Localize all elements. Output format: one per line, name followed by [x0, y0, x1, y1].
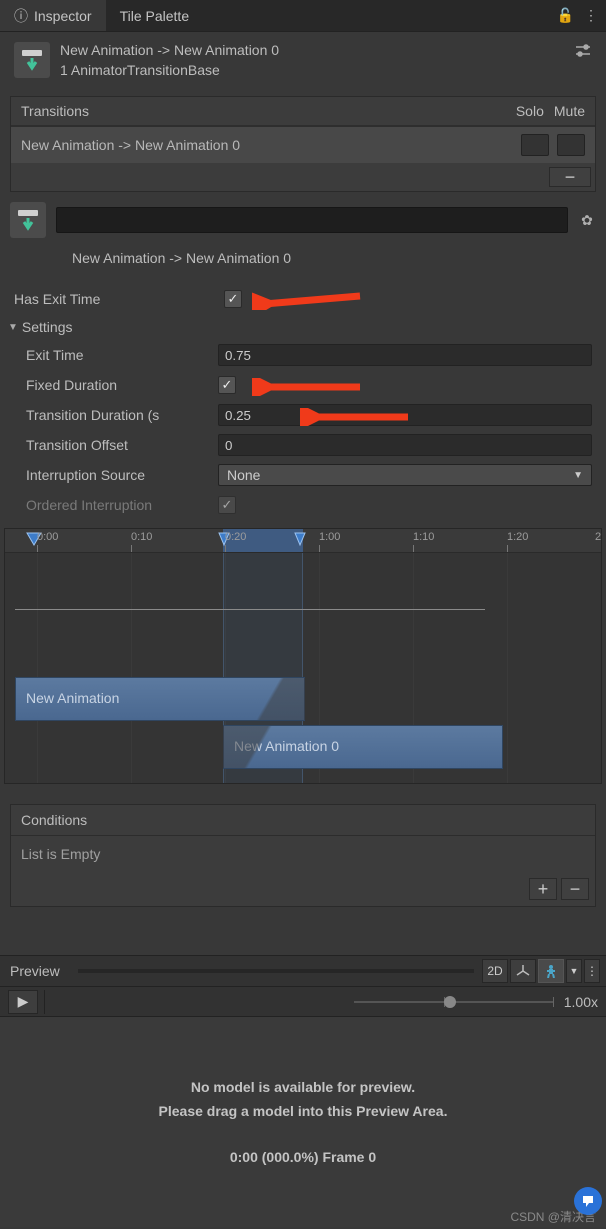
- exit-time-input[interactable]: [218, 344, 592, 366]
- preview-area[interactable]: No model is available for preview. Pleas…: [0, 1017, 606, 1227]
- transition-timeline[interactable]: 0:00 0:10 0:20 1:00 1:10 1:20 2:0 New An…: [4, 528, 602, 784]
- tab-label: Inspector: [34, 8, 92, 24]
- avatar-dropdown-button[interactable]: ▼: [566, 959, 582, 983]
- clip-label: New Animation: [26, 690, 119, 706]
- transition-duration-label: Transition Duration (s: [26, 407, 218, 423]
- conditions-title: Conditions: [21, 812, 87, 828]
- chevron-down-icon: ▼: [573, 470, 583, 481]
- tick-label: 2:0: [595, 531, 601, 543]
- mute-checkbox[interactable]: [557, 134, 585, 156]
- settings-fields: Has Exit Time ✓ ▼ Settings Exit Time Fix…: [4, 284, 602, 520]
- preview-toolbar: Preview 2D ▼ ⋮ ▶ 1.00x: [0, 955, 606, 1017]
- timeline-tracks[interactable]: New Animation New Animation 0: [5, 553, 601, 783]
- transition-icon: [14, 42, 50, 78]
- transition-name-input[interactable]: [56, 207, 568, 233]
- clip-label: New Animation 0: [234, 738, 339, 754]
- tick-label: 1:10: [413, 531, 434, 543]
- ordered-interruption-checkbox: ✓: [218, 496, 236, 514]
- transitions-title: Transitions: [21, 103, 89, 119]
- assistant-bubble-icon[interactable]: [574, 1187, 602, 1215]
- gear-icon[interactable]: ✿: [578, 212, 596, 229]
- header-subtitle: 1 AnimatorTransitionBase: [60, 62, 564, 78]
- header-title: New Animation -> New Animation 0: [60, 42, 564, 58]
- has-exit-time-checkbox[interactable]: ✓: [224, 290, 242, 308]
- transition-icon: [10, 202, 46, 238]
- transition-duration-input[interactable]: [218, 404, 592, 426]
- play-button[interactable]: ▶: [8, 990, 38, 1014]
- foldout-arrow-icon: ▼: [8, 322, 18, 333]
- tick-label: 1:00: [319, 531, 340, 543]
- preview-status: 0:00 (000.0%) Frame 0: [230, 1149, 376, 1165]
- mute-header: Mute: [554, 103, 585, 119]
- kebab-icon[interactable]: ⋮: [584, 7, 598, 24]
- fixed-duration-checkbox[interactable]: ✓: [218, 376, 236, 394]
- info-icon: ⓘ: [14, 6, 28, 26]
- has-exit-time-label: Has Exit Time: [14, 291, 224, 307]
- clip-separator: [15, 609, 485, 610]
- preview-scrubber[interactable]: [78, 969, 474, 973]
- ordered-interruption-label: Ordered Interruption: [26, 497, 218, 513]
- preview-kebab-icon[interactable]: ⋮: [584, 959, 600, 983]
- solo-checkbox[interactable]: [521, 134, 549, 156]
- remove-condition-button[interactable]: −: [561, 878, 589, 900]
- timeline-ruler[interactable]: 0:00 0:10 0:20 1:00 1:10 1:20 2:0: [5, 529, 601, 553]
- exit-time-label: Exit Time: [26, 347, 218, 363]
- preview-title: Preview: [0, 963, 70, 979]
- transition-offset-input[interactable]: [218, 434, 592, 456]
- select-value: None: [227, 467, 260, 483]
- 2d-toggle-button[interactable]: 2D: [482, 959, 508, 983]
- preview-message-1: No model is available for preview.: [191, 1079, 415, 1095]
- transition-path-label: New Animation -> New Animation 0: [72, 250, 596, 266]
- settings-label: Settings: [22, 319, 73, 335]
- axes-toggle-button[interactable]: [510, 959, 536, 983]
- destination-clip[interactable]: New Animation 0: [223, 725, 503, 769]
- header: New Animation -> New Animation 0 1 Anima…: [0, 32, 606, 90]
- interruption-source-select[interactable]: None ▼: [218, 464, 592, 486]
- conditions-empty: List is Empty: [21, 846, 100, 862]
- blend-end-marker[interactable]: [293, 531, 307, 547]
- slider-thumb[interactable]: [444, 996, 456, 1008]
- transition-name-row: ✿: [10, 202, 596, 238]
- fixed-duration-label: Fixed Duration: [26, 377, 218, 393]
- tab-label: Tile Palette: [120, 8, 190, 24]
- transition-offset-label: Transition Offset: [26, 437, 218, 453]
- tab-inspector[interactable]: ⓘ Inspector: [0, 0, 106, 31]
- transition-row[interactable]: New Animation -> New Animation 0: [11, 126, 595, 163]
- add-condition-button[interactable]: +: [529, 878, 557, 900]
- lock-icon[interactable]: 🔓: [557, 7, 574, 24]
- tab-bar: ⓘ Inspector Tile Palette 🔓 ⋮: [0, 0, 606, 32]
- sliders-icon[interactable]: [574, 42, 592, 63]
- speed-value: 1.00x: [564, 994, 598, 1010]
- tick-label: 1:20: [507, 531, 528, 543]
- preview-message-2: Please drag a model into this Preview Ar…: [159, 1103, 448, 1119]
- remove-transition-button[interactable]: −: [549, 167, 591, 187]
- speed-slider[interactable]: [354, 1001, 554, 1003]
- tick-label: 0:00: [37, 531, 58, 543]
- settings-foldout[interactable]: ▼ Settings: [4, 314, 602, 340]
- source-clip[interactable]: New Animation: [15, 677, 305, 721]
- tick-label: 0:10: [131, 531, 152, 543]
- tick-label: 0:20: [225, 531, 246, 543]
- interruption-source-label: Interruption Source: [26, 467, 218, 483]
- solo-header: Solo: [516, 103, 544, 119]
- transition-row-label: New Animation -> New Animation 0: [21, 137, 240, 153]
- avatar-toggle-button[interactable]: [538, 959, 564, 983]
- conditions-panel: Conditions List is Empty + −: [10, 804, 596, 907]
- tab-tile-palette[interactable]: Tile Palette: [106, 0, 204, 31]
- transitions-panel: Transitions Solo Mute New Animation -> N…: [10, 96, 596, 192]
